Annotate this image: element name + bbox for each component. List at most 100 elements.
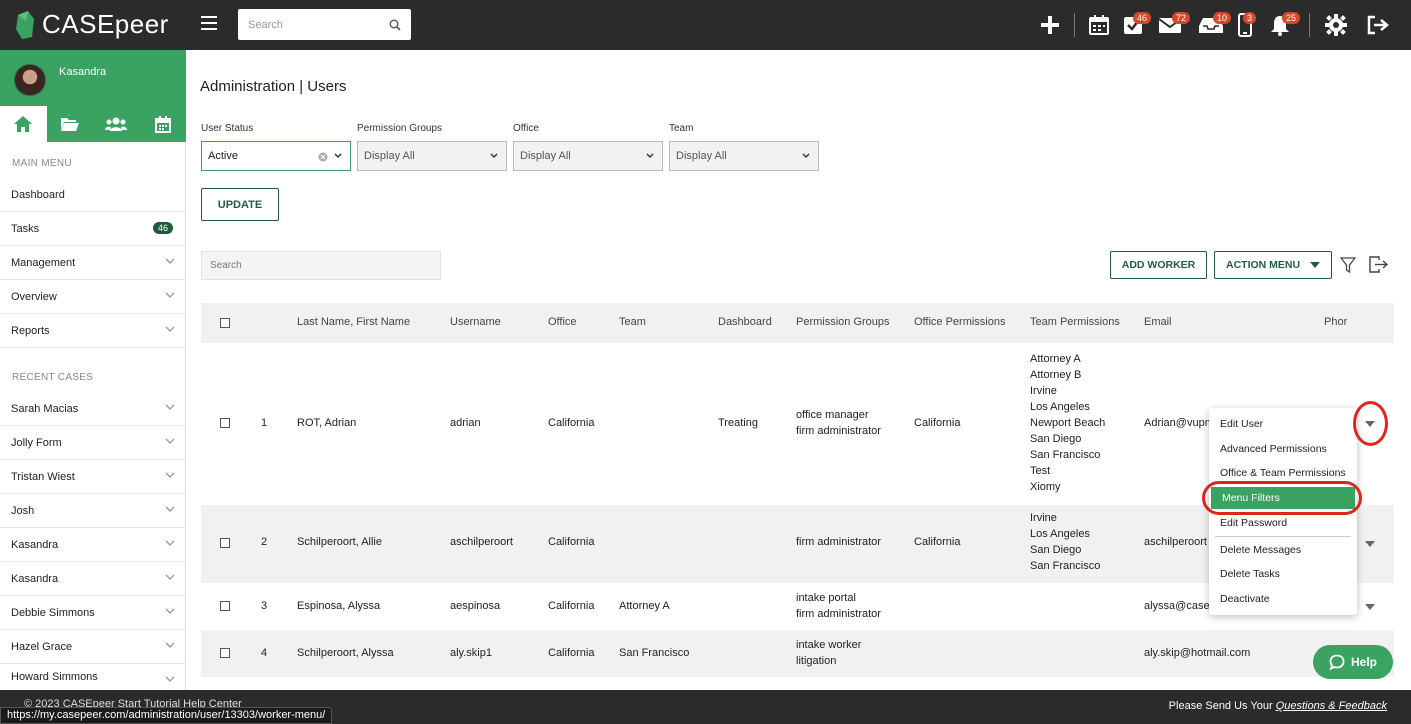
column-header[interactable]: Phor — [1324, 316, 1347, 328]
menu-item-edit-user[interactable]: Edit User — [1209, 413, 1357, 435]
filter-label-office: Office — [513, 123, 539, 134]
mail-icon[interactable]: 72 — [1157, 0, 1191, 50]
recent-case-item[interactable]: Kasandra — [0, 528, 185, 562]
gear-icon[interactable] — [1324, 0, 1348, 50]
row-checkbox[interactable] — [220, 601, 230, 611]
tab-home[interactable] — [0, 106, 47, 142]
column-header[interactable]: Office — [548, 316, 577, 328]
permission-groups-select[interactable]: Display All — [357, 141, 507, 171]
user-status-select[interactable]: Active — [201, 141, 351, 171]
recent-case-label: Debbie Simmons — [11, 606, 95, 619]
sidebar-item-tasks[interactable]: Tasks 46 — [0, 212, 185, 246]
column-header[interactable]: Dashboard — [718, 316, 772, 328]
column-header[interactable]: Permission Groups — [796, 316, 890, 328]
chevron-down-icon — [165, 404, 175, 410]
chevron-down-icon — [334, 153, 342, 159]
column-header[interactable]: Team Permissions — [1030, 316, 1120, 328]
sidebar-item-dashboard[interactable]: Dashboard — [0, 178, 185, 212]
username-cell: aespinosa — [450, 600, 501, 612]
hamburger-menu-icon[interactable] — [201, 16, 217, 30]
tasks-check-icon[interactable]: 46 — [1121, 0, 1152, 50]
select-value: Display All — [520, 150, 571, 162]
office-permissions-cell: California — [914, 417, 961, 429]
chevron-down-icon — [165, 472, 175, 478]
sidebar: Kasandra MAIN MENU Dashboard Tasks 46 Ma… — [0, 50, 186, 690]
menu-item-deactivate[interactable]: Deactivate — [1209, 588, 1357, 610]
global-search-input[interactable]: Search — [238, 9, 411, 40]
column-header[interactable]: Username — [450, 316, 501, 328]
recent-case-label: Kasandra — [11, 538, 59, 551]
highlight-ring-menu-filters — [1202, 481, 1362, 515]
menu-item-delete-tasks[interactable]: Delete Tasks — [1209, 563, 1357, 585]
user-name-cell[interactable]: Schilperoort, Alyssa — [297, 645, 394, 661]
row-number: 3 — [261, 600, 268, 612]
action-menu-button[interactable]: ACTION MENU — [1214, 251, 1332, 279]
recent-case-item[interactable]: Howard Simmons — [0, 664, 185, 690]
phone-icon[interactable]: 3 — [1235, 0, 1257, 50]
recent-case-item[interactable]: Tristan Wiest — [0, 460, 185, 494]
recent-case-label: Howard Simmons — [11, 671, 98, 683]
recent-case-item[interactable]: Debbie Simmons — [0, 596, 185, 630]
team-select[interactable]: Display All — [669, 141, 819, 171]
status-bar-url: https://my.casepeer.com/administration/u… — [0, 707, 333, 724]
row-checkbox[interactable] — [220, 418, 230, 428]
recent-case-item[interactable]: Jolly Form — [0, 426, 185, 460]
email-cell: aly.skip@hotmail.com — [1144, 647, 1251, 659]
chevron-down-icon — [165, 608, 175, 614]
menu-item-advanced-permissions[interactable]: Advanced Permissions — [1209, 438, 1357, 460]
row-number: 1 — [261, 417, 268, 429]
user-card[interactable]: Kasandra — [0, 50, 186, 106]
row-actions-caret-icon[interactable] — [1365, 541, 1375, 547]
column-header[interactable]: Last Name, First Name — [297, 316, 410, 328]
office-cell: California — [548, 600, 595, 612]
menu-item-delete-messages[interactable]: Delete Messages — [1209, 539, 1357, 561]
feedback-link[interactable]: Questions & Feedback — [1276, 700, 1387, 712]
team-permissions-cell: Attorney A Attorney B Irvine Los Angeles… — [1030, 353, 1106, 493]
casepeer-logo[interactable]: CASEpeer — [14, 9, 169, 40]
help-button[interactable]: Help — [1313, 645, 1393, 679]
recent-case-item[interactable]: Hazel Grace — [0, 630, 185, 664]
inbox-badge: 10 — [1213, 12, 1232, 24]
table-search-input[interactable]: Search — [201, 251, 441, 280]
column-header[interactable]: Office Permissions — [914, 316, 1006, 328]
select-all-checkbox[interactable] — [220, 318, 230, 328]
bell-icon[interactable]: 25 — [1268, 0, 1301, 50]
mail-badge: 72 — [1172, 12, 1191, 24]
user-name-cell[interactable]: Espinosa, Alyssa — [297, 598, 380, 614]
email-cell: aschilperoort — [1144, 536, 1207, 548]
calendar-icon[interactable] — [1087, 0, 1111, 50]
export-icon[interactable] — [1369, 256, 1389, 273]
filter-icon[interactable] — [1340, 257, 1356, 273]
update-button[interactable]: UPDATE — [201, 188, 279, 221]
logout-icon[interactable] — [1364, 0, 1392, 50]
tab-cases[interactable] — [47, 106, 94, 142]
column-header[interactable]: Email — [1144, 316, 1172, 328]
sidebar-item-reports[interactable]: Reports — [0, 314, 185, 348]
permission-groups-cell: intake worker litigation — [796, 639, 862, 667]
column-header[interactable]: Team — [619, 316, 646, 328]
add-worker-button[interactable]: ADD WORKER — [1110, 251, 1207, 279]
recent-case-item[interactable]: Sarah Macias — [0, 392, 185, 426]
row-actions-caret-icon[interactable] — [1365, 604, 1375, 610]
office-select[interactable]: Display All — [513, 141, 663, 171]
clear-icon[interactable] — [318, 152, 328, 162]
row-checkbox[interactable] — [220, 538, 230, 548]
chevron-down-icon — [646, 153, 654, 159]
sidebar-item-management[interactable]: Management — [0, 246, 185, 280]
sidebar-item-overview[interactable]: Overview — [0, 280, 185, 314]
menu-item-edit-password[interactable]: Edit Password — [1209, 512, 1357, 534]
recent-case-item[interactable]: Josh — [0, 494, 185, 528]
user-name-cell[interactable]: ROT, Adrian — [297, 415, 356, 431]
tab-calendar[interactable] — [140, 106, 187, 142]
table-search-placeholder: Search — [210, 260, 242, 271]
menu-divider — [1215, 536, 1351, 537]
user-name: Kasandra — [59, 66, 107, 78]
select-value: Display All — [364, 150, 415, 162]
chevron-down-icon — [802, 153, 810, 159]
inbox-icon[interactable]: 10 — [1197, 0, 1232, 50]
row-checkbox[interactable] — [220, 648, 230, 658]
plus-icon[interactable] — [1038, 0, 1062, 50]
tab-contacts[interactable] — [93, 106, 140, 142]
recent-case-item[interactable]: Kasandra — [0, 562, 185, 596]
user-name-cell[interactable]: Schilperoort, Allie — [297, 534, 382, 550]
